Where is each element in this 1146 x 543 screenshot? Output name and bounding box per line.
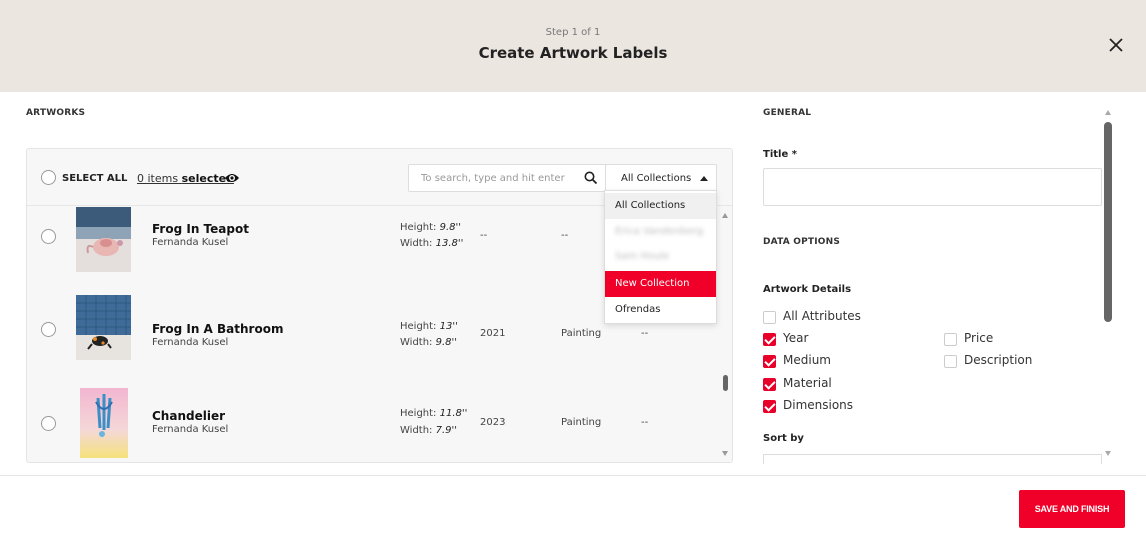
dimensions-checkbox[interactable] bbox=[763, 400, 776, 413]
modal-header: Step 1 of 1 Create Artwork Labels bbox=[0, 0, 1146, 92]
width-label: Width: bbox=[400, 337, 433, 348]
height-value: 11.8'' bbox=[439, 408, 468, 419]
data-options-label: DATA OPTIONS bbox=[763, 237, 841, 247]
artwork-title: Frog In A Bathroom bbox=[152, 322, 284, 336]
artwork-title: Chandelier bbox=[152, 409, 226, 423]
row-select-radio[interactable] bbox=[41, 416, 56, 431]
width-value: 13.8'' bbox=[435, 238, 464, 249]
description-label: Description bbox=[964, 353, 1033, 367]
artwork-thumbnail bbox=[80, 388, 128, 458]
dropdown-option[interactable]: Sam Houle bbox=[605, 244, 716, 270]
artwork-width: Width: 9.8'' bbox=[400, 337, 457, 348]
step-indicator: Step 1 of 1 bbox=[545, 27, 601, 38]
width-label: Width: bbox=[400, 425, 433, 436]
artwork-thumbnail bbox=[76, 207, 131, 272]
sort-by-label: Sort by bbox=[763, 433, 804, 444]
dropdown-option[interactable]: All Collections bbox=[605, 193, 716, 219]
year-label: Year bbox=[783, 331, 809, 345]
artwork-width: Width: 7.9'' bbox=[400, 425, 457, 436]
height-label: Height: bbox=[400, 222, 437, 233]
row-select-radio[interactable] bbox=[41, 229, 56, 244]
collection-dropdown-menu: All Collections Erica Vandenberg Sam Hou… bbox=[604, 190, 717, 324]
artwork-artist: Fernanda Kusel bbox=[152, 237, 229, 248]
search-icon[interactable] bbox=[584, 171, 598, 185]
price-label: Price bbox=[964, 331, 994, 345]
sort-by-select[interactable] bbox=[763, 454, 1102, 464]
search-input[interactable]: To search, type and hit enter bbox=[408, 164, 608, 192]
artwork-details-label: Artwork Details bbox=[763, 284, 852, 295]
modal-title: Create Artwork Labels bbox=[478, 44, 668, 62]
select-all-label[interactable]: SELECT ALL bbox=[62, 173, 127, 184]
select-all-radio[interactable] bbox=[41, 170, 56, 185]
material-label: Material bbox=[783, 376, 832, 390]
artwork-thumbnail bbox=[76, 295, 131, 360]
artwork-artist: Fernanda Kusel bbox=[152, 337, 229, 348]
title-input[interactable] bbox=[763, 168, 1102, 206]
artwork-height: Height: 13'' bbox=[400, 321, 458, 332]
scroll-up-icon[interactable] bbox=[722, 213, 728, 218]
artwork-year: 2023 bbox=[480, 417, 506, 428]
material-checkbox[interactable] bbox=[763, 378, 776, 391]
row-select-radio[interactable] bbox=[41, 322, 56, 337]
general-section-label: GENERAL bbox=[763, 108, 812, 118]
artwork-title: Frog In Teapot bbox=[152, 222, 249, 236]
artwork-year: 2021 bbox=[480, 328, 506, 339]
caret-up-icon bbox=[700, 176, 708, 181]
dropdown-option[interactable]: Ofrendas bbox=[605, 297, 716, 323]
title-field-label: Title * bbox=[763, 149, 797, 160]
artwork-artist: Fernanda Kusel bbox=[152, 424, 229, 435]
width-value: 9.8'' bbox=[435, 337, 458, 348]
artwork-year: -- bbox=[480, 230, 488, 241]
height-label: Height: bbox=[400, 321, 437, 332]
dropdown-option-highlighted[interactable]: New Collection bbox=[605, 271, 716, 297]
all-attributes-checkbox[interactable] bbox=[763, 311, 776, 324]
artwork-medium: Painting bbox=[561, 328, 602, 339]
height-label: Height: bbox=[400, 408, 437, 419]
items-selected-link[interactable]: 0 items selected bbox=[137, 172, 234, 185]
search-placeholder: To search, type and hit enter bbox=[421, 173, 565, 184]
medium-checkbox[interactable] bbox=[763, 355, 776, 368]
collection-filter-select[interactable]: All Collections bbox=[605, 164, 717, 192]
medium-label: Medium bbox=[783, 353, 831, 367]
width-label: Width: bbox=[400, 238, 433, 249]
width-value: 7.9'' bbox=[435, 425, 458, 436]
scroll-down-icon[interactable] bbox=[1105, 451, 1111, 456]
year-checkbox[interactable] bbox=[763, 333, 776, 346]
artwork-medium: -- bbox=[561, 230, 569, 241]
save-and-finish-button[interactable]: SAVE AND FINISH bbox=[1019, 490, 1125, 528]
artwork-height: Height: 9.8'' bbox=[400, 222, 461, 233]
eye-icon[interactable] bbox=[224, 172, 240, 184]
dropdown-option[interactable]: Erica Vandenberg bbox=[605, 219, 716, 245]
artwork-extra: -- bbox=[641, 417, 649, 428]
collection-filter-value: All Collections bbox=[621, 173, 692, 184]
items-selected-count: 0 items bbox=[137, 172, 179, 185]
height-value: 9.8'' bbox=[439, 222, 462, 233]
close-icon[interactable] bbox=[1107, 36, 1125, 54]
dimensions-label: Dimensions bbox=[783, 398, 854, 412]
footer-divider bbox=[0, 475, 1146, 476]
height-value: 13'' bbox=[439, 321, 458, 332]
price-checkbox[interactable] bbox=[944, 333, 957, 346]
list-scrollbar-thumb[interactable] bbox=[723, 375, 728, 391]
artwork-height: Height: 11.8'' bbox=[400, 408, 467, 419]
artwork-extra: -- bbox=[641, 328, 649, 339]
scroll-up-icon[interactable] bbox=[1105, 110, 1111, 115]
artwork-medium: Painting bbox=[561, 417, 602, 428]
options-scrollbar-thumb[interactable] bbox=[1104, 122, 1112, 322]
all-attributes-label: All Attributes bbox=[783, 309, 861, 323]
description-checkbox[interactable] bbox=[944, 355, 957, 368]
artwork-width: Width: 13.8'' bbox=[400, 238, 463, 249]
table-row[interactable]: Chandelier Fernanda Kusel Height: 11.8''… bbox=[27, 382, 719, 462]
artworks-section-label: ARTWORKS bbox=[26, 108, 86, 118]
scroll-down-icon[interactable] bbox=[722, 451, 728, 456]
